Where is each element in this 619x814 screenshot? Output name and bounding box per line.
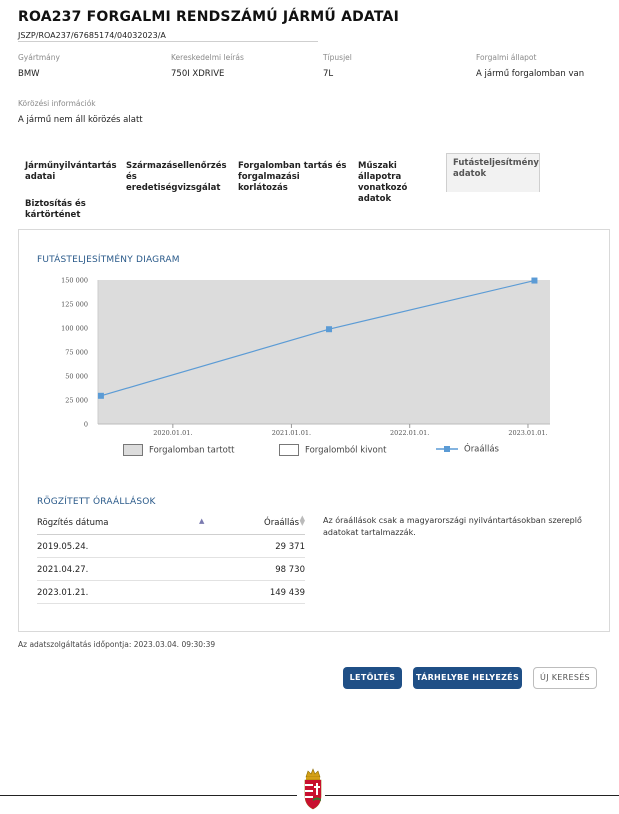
field-value: 750I XDRIVE bbox=[171, 69, 225, 79]
table-header: Rögzítés dátuma ▲ Óraállás ▲ ▼ bbox=[37, 511, 305, 535]
y-tick-label: 50 000 bbox=[65, 373, 88, 381]
sort-asc-icon[interactable]: ▲ bbox=[199, 517, 204, 525]
cell-odometer: 98 730 bbox=[275, 565, 305, 575]
x-tick-label: 2021.01.01. bbox=[272, 429, 311, 437]
legend-swatch bbox=[279, 444, 299, 456]
records-section-title: RÖGZÍTETT ÓRAÁLLÁSOK bbox=[37, 497, 156, 507]
legend-label: Forgalomból kivont bbox=[305, 445, 387, 456]
legend-item-in-traffic: Forgalomban tartott bbox=[123, 444, 235, 456]
legend-label: Forgalomban tartott bbox=[149, 445, 235, 456]
cell-date: 2023.01.21. bbox=[37, 588, 89, 598]
coat-of-arms-icon bbox=[304, 768, 322, 810]
x-tick-label: 2022.01.01. bbox=[390, 429, 429, 437]
legend-item-odometer: Óraállás bbox=[436, 444, 499, 455]
page-title: ROA237 FORGALMI RENDSZÁMÚ JÁRMŰ ADATAI bbox=[18, 9, 399, 25]
tab-origin-check[interactable]: Származásellenőrzés és eredetiségvizsgál… bbox=[126, 161, 231, 194]
records-note: Az óraállások csak a magyarországi nyilv… bbox=[323, 516, 582, 537]
table-row: 2019.05.24. 29 371 bbox=[37, 535, 305, 558]
field-label: Forgalmi állapot bbox=[476, 53, 537, 62]
field-value: A jármű nem áll körözés alatt bbox=[18, 115, 143, 125]
data-point bbox=[531, 277, 538, 284]
field-value: 7L bbox=[323, 69, 334, 79]
field-value: A jármű forgalomban van bbox=[476, 69, 585, 79]
tab-mileage[interactable]: Futásteljesítmény adatok bbox=[446, 153, 540, 192]
data-timestamp: Az adatszolgáltatás időpontja: 2023.03.0… bbox=[18, 640, 216, 649]
y-tick-label: 125 000 bbox=[61, 301, 88, 309]
cell-odometer: 149 439 bbox=[269, 588, 305, 598]
mileage-chart-svg: 150 000 125 000 100 000 75 000 50 000 25 000 0… bbox=[61, 277, 550, 437]
legend-label: Óraállás bbox=[464, 444, 499, 455]
tab-vehicle-registry[interactable]: Járműnyilvántartás adatai bbox=[25, 161, 120, 183]
y-tick-label: 25 000 bbox=[65, 397, 88, 405]
field-commercial-description: Kereskedelmi leírás 750I XDRIVE bbox=[171, 53, 244, 79]
data-point bbox=[326, 326, 333, 333]
records-table: Rögzítés dátuma ▲ Óraállás ▲ ▼ 2019.05.24… bbox=[37, 511, 305, 604]
x-tick-label: 2020.01.01. bbox=[153, 429, 192, 437]
tab-traffic-restrictions[interactable]: Forgalomban tartás és forgalmazási korlá… bbox=[238, 161, 348, 194]
x-tick-label: 2023.01.01. bbox=[508, 429, 547, 437]
field-type-code: Típusjel 7L bbox=[323, 53, 352, 79]
sort-both-icon[interactable]: ▲ ▼ bbox=[300, 515, 305, 527]
title-divider bbox=[18, 41, 318, 42]
download-button[interactable]: LETÖLTÉS bbox=[343, 667, 402, 689]
footer-divider-left bbox=[0, 795, 297, 796]
field-label: Típusjel bbox=[323, 53, 352, 62]
field-value: BMW bbox=[18, 69, 40, 79]
mileage-chart: 150 000 125 000 100 000 75 000 50 000 25 000 0… bbox=[30, 272, 565, 442]
cell-odometer: 29 371 bbox=[275, 542, 305, 552]
save-to-storage-button[interactable]: TÁRHELYBE HELYEZÉS bbox=[413, 667, 522, 689]
field-label: Gyártmány bbox=[18, 53, 60, 62]
field-label: Körözési információk bbox=[18, 99, 96, 108]
field-make: Gyártmány BMW bbox=[18, 53, 60, 79]
footer-divider-right bbox=[325, 795, 619, 796]
column-header-date[interactable]: Rögzítés dátuma bbox=[37, 518, 108, 528]
cell-date: 2021.04.27. bbox=[37, 565, 89, 575]
y-tick-label: 75 000 bbox=[65, 349, 88, 357]
tab-insurance[interactable]: Biztosítás és kártörténet bbox=[25, 199, 110, 221]
plot-area bbox=[98, 280, 550, 424]
tab-technical-condition[interactable]: Műszaki állapotra vonatkozó adatok bbox=[358, 161, 442, 205]
legend-swatch bbox=[123, 444, 143, 456]
table-row: 2023.01.21. 149 439 bbox=[37, 581, 305, 604]
column-header-odometer[interactable]: Óraállás bbox=[264, 518, 299, 528]
chart-section-title: FUTÁSTELJESÍTMÉNY DIAGRAM bbox=[37, 255, 180, 265]
new-search-button[interactable]: ÚJ KERESÉS bbox=[533, 667, 597, 689]
cell-date: 2019.05.24. bbox=[37, 542, 89, 552]
y-tick-label: 100 000 bbox=[61, 325, 88, 333]
field-traffic-status: Forgalmi állapot A jármű forgalomban van bbox=[476, 53, 584, 79]
table-row: 2021.04.27. 98 730 bbox=[37, 558, 305, 581]
data-point bbox=[97, 392, 104, 399]
legend-item-withdrawn: Forgalomból kivont bbox=[279, 444, 386, 456]
document-reference: JSZP/ROA237/67685174/04032023/A bbox=[18, 31, 166, 40]
field-label: Kereskedelmi leírás bbox=[171, 53, 244, 62]
y-tick-label: 0 bbox=[84, 421, 88, 429]
field-wanted-info: Körözési információk A jármű nem áll kör… bbox=[18, 99, 143, 125]
y-tick-label: 150 000 bbox=[61, 277, 88, 285]
legend-line-icon bbox=[436, 446, 458, 452]
